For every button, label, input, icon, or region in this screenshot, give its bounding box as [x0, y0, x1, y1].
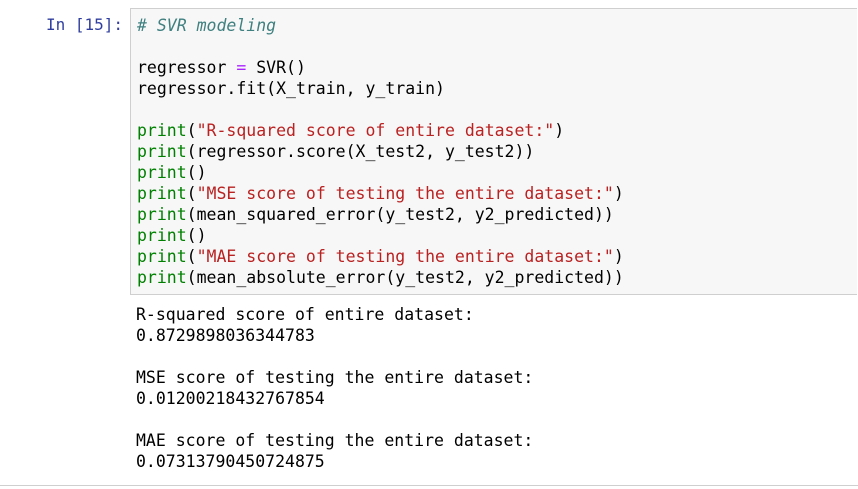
output-line: R-squared score of entire dataset: [136, 305, 474, 324]
code-line-print-8: print(mean_absolute_error(y_test2, y2_pr… [137, 268, 624, 287]
code-line-print-3: print() [137, 163, 207, 182]
code-line-print-6: print() [137, 226, 207, 245]
code-block: # SVR modeling regressor = SVR() regressor… [137, 15, 624, 288]
notebook-code-cell[interactable]: In [15]: # SVR modeling regressor = SVR()… [0, 0, 858, 489]
code-editor[interactable]: # SVR modeling regressor = SVR() regressor… [130, 8, 857, 295]
code-line-print-7: print("MAE score of testing the entire d… [137, 247, 624, 266]
code-line-regressor: regressor = SVR() [137, 58, 306, 77]
cell-output: R-squared score of entire dataset: 0.8729… [136, 304, 533, 472]
input-prompt: In [15]: [46, 15, 124, 34]
output-line: MAE score of testing the entire dataset: [136, 431, 534, 450]
code-line-print-2: print(regressor.score(X_test2, y_test2)) [137, 142, 535, 161]
code-line-comment: # SVR modeling [137, 16, 277, 35]
output-line: MSE score of testing the entire dataset: [136, 368, 534, 387]
output-line: 0.01200218432767854 [136, 389, 325, 408]
output-line: 0.8729898036344783 [136, 326, 315, 345]
code-line-print-4: print("MSE score of testing the entire d… [137, 184, 624, 203]
cell-divider [0, 485, 858, 486]
output-line: 0.07313790450724875 [136, 452, 325, 471]
code-line-print-5: print(mean_squared_error(y_test2, y2_pre… [137, 205, 614, 224]
code-line-print-1: print("R-squared score of entire dataset… [137, 121, 565, 140]
code-line-fit: regressor.fit(X_train, y_train) [137, 79, 445, 98]
